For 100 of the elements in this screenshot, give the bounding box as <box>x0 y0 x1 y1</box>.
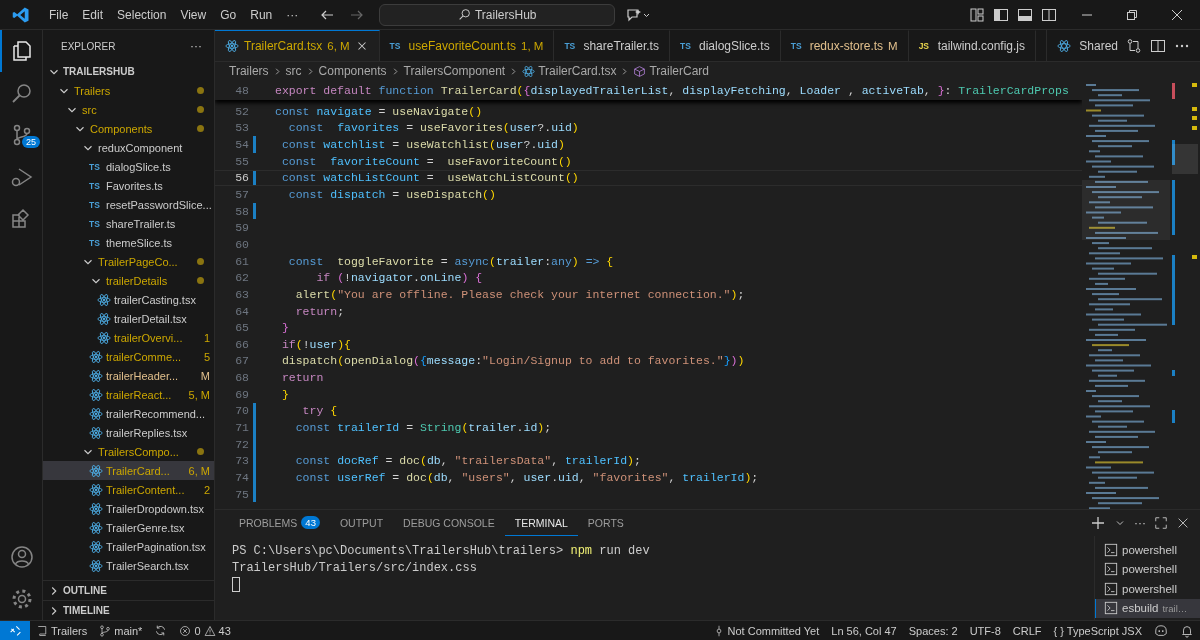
sync-icon[interactable] <box>154 624 168 637</box>
status-item[interactable]: { } TypeScript JSX <box>1053 624 1142 637</box>
compare-changes-icon[interactable] <box>1126 37 1142 54</box>
menu-item[interactable]: ··· <box>279 7 306 22</box>
breadcrumb[interactable]: TrailerCard.tsx <box>522 64 617 78</box>
account-icon[interactable] <box>10 545 34 569</box>
tree-item[interactable]: trailerReplies.tsx <box>43 423 214 442</box>
section-header[interactable]: OUTLINE <box>43 580 214 600</box>
tree-item[interactable]: trailerDetail.tsx <box>43 309 214 328</box>
tree-item[interactable]: trailerHeader... M <box>43 366 214 385</box>
breadcrumb[interactable]: TrailersComponent <box>403 64 506 78</box>
tree-item[interactable]: src <box>43 100 214 119</box>
tree-item[interactable]: trailerCasting.tsx <box>43 290 214 309</box>
editor-tab[interactable]: TS dialogSlice.ts <box>669 30 781 61</box>
tree-item[interactable]: trailerComme... 5 <box>43 347 214 366</box>
split-editor-icon[interactable] <box>1150 37 1166 54</box>
menu-item[interactable]: File <box>42 7 76 22</box>
file-type-icon: TS <box>89 237 103 248</box>
close-icon[interactable] <box>1176 516 1190 530</box>
warning-icon <box>203 624 216 637</box>
more-actions[interactable]: ··· <box>1134 516 1146 530</box>
app-logo-icon[interactable] <box>12 5 30 24</box>
status-item[interactable]: CRLF <box>1012 624 1042 637</box>
tree-item[interactable]: Components <box>43 119 214 138</box>
terminal-instance[interactable]: powershell <box>1095 559 1200 579</box>
editor-tab[interactable]: TrailerCard.tsx 6, M <box>215 30 380 61</box>
code-line: const favorites = useFavorites(user?.uid) <box>287 121 579 135</box>
tree-item[interactable]: TS shareTrailer.ts <box>43 214 214 233</box>
tree-item[interactable]: TS themeSlice.ts <box>43 233 214 252</box>
new-terminal-icon[interactable] <box>1090 515 1106 531</box>
problems-status[interactable]: 0 43 <box>179 624 231 637</box>
menu-item[interactable]: Go <box>213 7 244 22</box>
menu-item[interactable]: View <box>173 7 214 22</box>
menu-item[interactable]: Run <box>243 7 280 22</box>
panel-tab[interactable]: PORTS <box>577 510 634 536</box>
terminal-instance[interactable]: esbuild trail… <box>1095 598 1200 618</box>
menu-item[interactable]: Selection <box>110 7 174 22</box>
files-icon[interactable] <box>10 39 34 63</box>
bell-icon[interactable] <box>1180 623 1194 638</box>
sidebar-toggle-icon[interactable] <box>993 6 1009 23</box>
remote-button[interactable] <box>0 621 30 640</box>
file-status: 1 <box>203 331 210 344</box>
search-icon[interactable] <box>10 81 34 105</box>
tree-item[interactable]: TrailerSearch.tsx <box>43 556 214 575</box>
panel-tab[interactable]: TERMINAL <box>504 510 578 536</box>
split-layout-icon[interactable] <box>1041 6 1057 23</box>
tree-item[interactable]: TrailerCard... 6, M <box>43 461 214 480</box>
terminal-instance[interactable]: powershell <box>1095 540 1200 560</box>
tree-item[interactable]: TrailerPagination.tsx <box>43 537 214 556</box>
section-header[interactable]: TIMELINE <box>43 600 214 620</box>
line-number: 48 <box>234 83 249 97</box>
breadcrumb[interactable]: Components <box>318 64 387 78</box>
terminal-line: PS C:\Users\pc\Documents\TrailersHub\trailers> npm run dev <box>232 544 651 560</box>
tree-item[interactable]: TrailerContent... 2 <box>43 480 214 499</box>
tree-item[interactable]: TrailersCompo... <box>43 442 214 461</box>
breadcrumb[interactable]: TrailerCard <box>633 64 710 78</box>
tree-item[interactable]: TS resetPasswordSlice... <box>43 195 214 214</box>
file-type-icon: TS <box>564 41 579 51</box>
status-item[interactable]: Not Committed Yet <box>712 624 820 637</box>
editor-tab[interactable]: TS redux-store.ts M <box>780 30 909 61</box>
panel-toggle-icon[interactable] <box>1017 6 1033 23</box>
tree-item[interactable]: trailerRecommend... <box>43 404 214 423</box>
terminal-instance[interactable]: powershell <box>1095 579 1200 599</box>
editor-tab[interactable]: TS useFavoriteCount.ts 1, M <box>379 30 555 61</box>
panel-tab[interactable]: PROBLEMS 43 <box>229 510 330 536</box>
line-number: 52 <box>234 104 249 118</box>
tree-item[interactable]: reduxComponent <box>43 138 214 157</box>
breadcrumb[interactable]: Trailers <box>229 64 269 78</box>
shared-label[interactable]: Shared <box>1079 38 1118 53</box>
tree-item[interactable]: trailerDetails <box>43 271 214 290</box>
tree-item[interactable]: TrailerDropdown.tsx <box>43 499 214 518</box>
tree-item[interactable]: TS dialogSlice.ts <box>43 157 214 176</box>
maximize-icon[interactable] <box>1154 516 1168 530</box>
tree-item[interactable]: Trailers <box>43 81 214 100</box>
breadcrumb[interactable]: src <box>285 64 302 78</box>
tree-item[interactable]: TS Favorites.ts <box>43 176 214 195</box>
editor-tab[interactable]: JS tailwind.config.js <box>908 30 1036 61</box>
status-item[interactable]: Ln 56, Col 47 <box>831 624 897 637</box>
status-item[interactable]: main* <box>99 624 143 637</box>
status-item[interactable]: Spaces: 2 <box>908 624 958 637</box>
tree-item[interactable]: trailerReact... 5, M <box>43 385 214 404</box>
tree-item[interactable]: TRAILERSHUB <box>43 62 214 81</box>
chat-sparkle-icon[interactable] <box>625 6 652 23</box>
command-search-field[interactable]: TrailersHub <box>379 3 616 26</box>
run-debug-icon[interactable] <box>10 165 34 189</box>
more-actions[interactable]: ··· <box>190 39 202 53</box>
settings-icon[interactable] <box>10 587 34 611</box>
search-icon <box>457 8 471 21</box>
panel-tab[interactable]: OUTPUT <box>329 510 394 536</box>
status-item[interactable]: UTF-8 <box>969 624 1001 637</box>
tree-item[interactable]: TrailerGenre.tsx <box>43 518 214 537</box>
menu-item[interactable]: Edit <box>75 7 111 22</box>
panel-tab[interactable]: DEBUG CONSOLE <box>393 510 505 536</box>
layout-icon[interactable] <box>969 6 985 23</box>
tree-item[interactable]: TrailerPageCo... <box>43 252 214 271</box>
file-type-icon: TS <box>89 180 103 191</box>
tree-item[interactable]: trailerOvervi... 1 <box>43 328 214 347</box>
editor-tab[interactable]: TS shareTrailer.ts <box>554 30 670 61</box>
status-item[interactable]: Trailers <box>36 624 88 637</box>
line-number: 61 <box>234 254 249 268</box>
